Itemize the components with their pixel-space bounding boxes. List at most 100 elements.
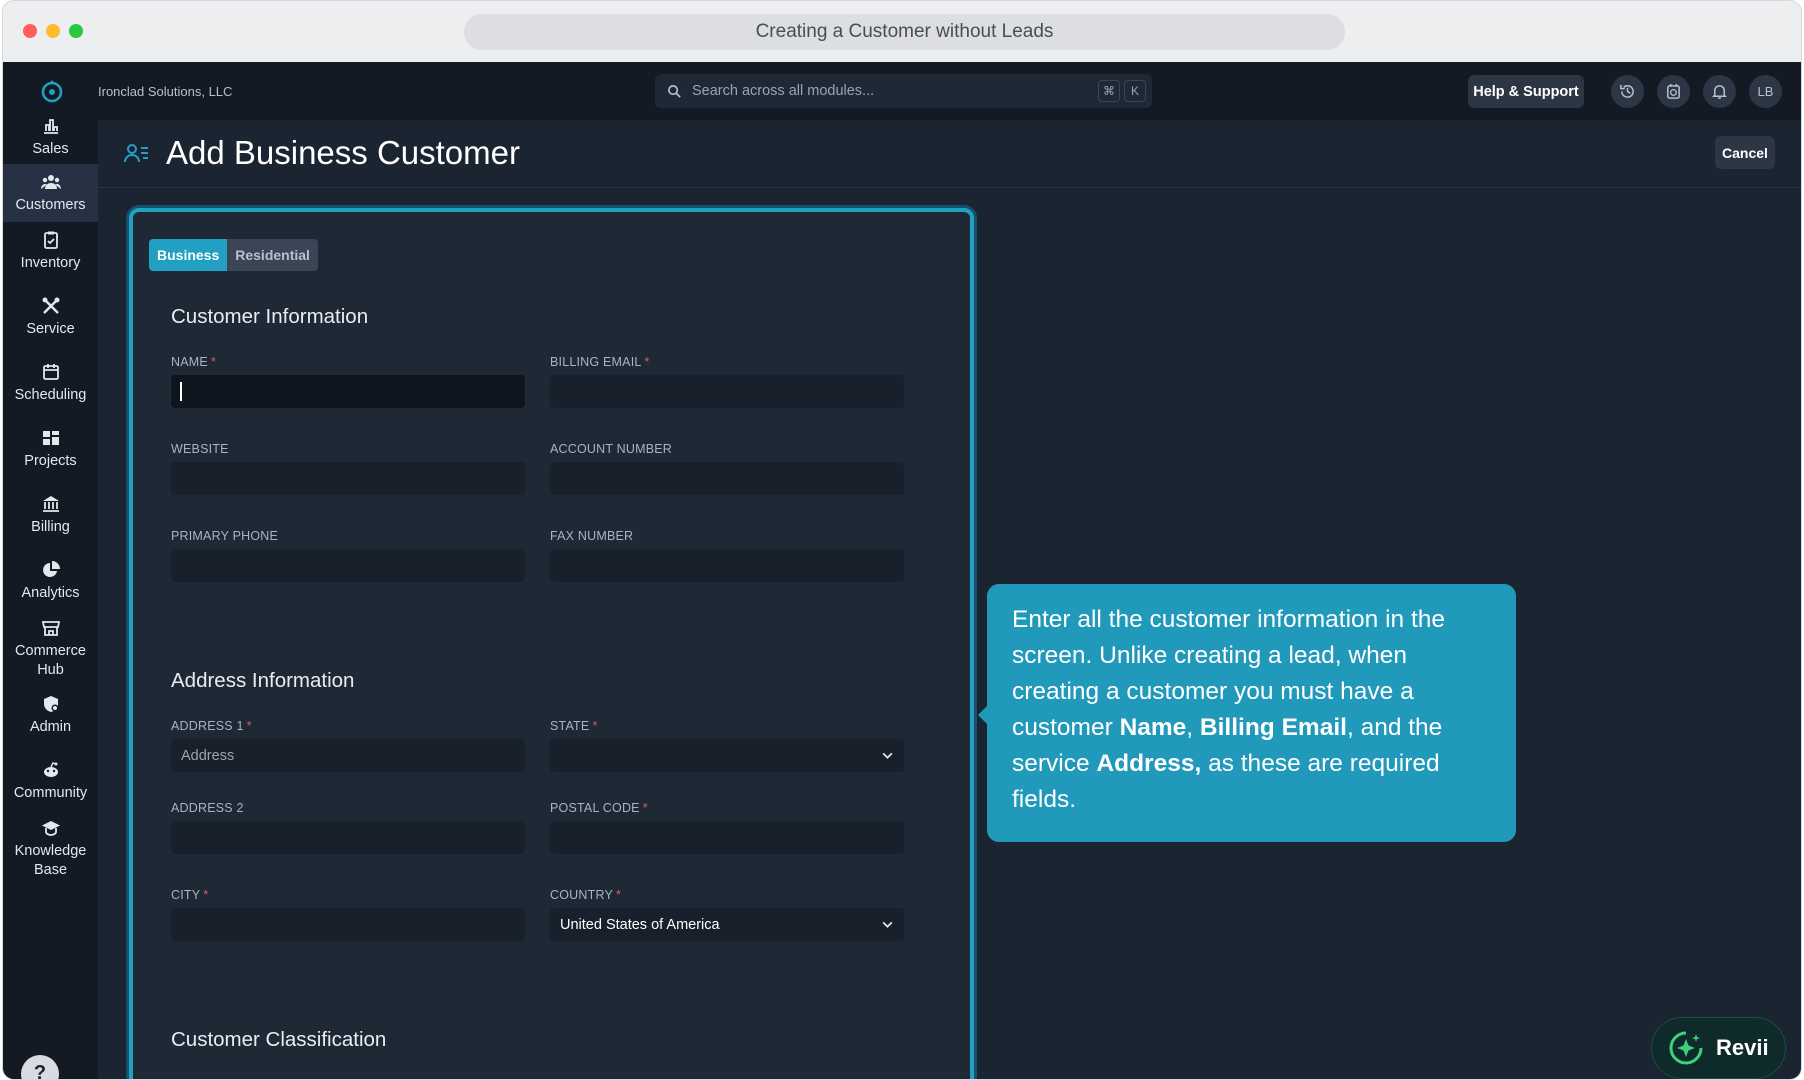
history-icon [1620, 84, 1634, 98]
postal-code-label: POSTAL CODE * [550, 801, 648, 815]
sidebar-item-label: Knowledge Base [14, 843, 87, 878]
timer-icon [1667, 83, 1680, 99]
admin-shield-icon [43, 696, 58, 712]
sidebar-item-scheduling[interactable]: Scheduling [3, 360, 98, 418]
postal-code-field[interactable] [550, 821, 904, 854]
kbd-k: K [1124, 80, 1146, 102]
help-support-button[interactable]: Help & Support [1468, 75, 1584, 108]
kbd-cmd: ⌘ [1098, 80, 1120, 102]
sidebar-item-billing[interactable]: Billing [3, 492, 98, 550]
sidebar: Sales Customers Inventory Service Schedu… [3, 62, 98, 1079]
community-icon [43, 762, 58, 777]
sidebar-item-label: Billing [31, 519, 70, 535]
account-number-field[interactable] [550, 462, 904, 495]
guide-tooltip: Enter all the customer information in th… [978, 584, 1516, 842]
timer-button[interactable] [1657, 75, 1690, 108]
address2-label: ADDRESS 2 [171, 801, 244, 815]
projects-icon [42, 431, 59, 445]
website-field[interactable] [171, 462, 525, 495]
sparkle-assistant-icon [1669, 1031, 1703, 1065]
minimize-window-button[interactable] [46, 24, 60, 38]
section-customer-classification: Customer Classification [171, 1028, 387, 1051]
maximize-window-button[interactable] [69, 24, 83, 38]
sidebar-item-analytics[interactable]: Analytics [3, 558, 98, 616]
address-bar[interactable]: Creating a Customer without Leads [464, 14, 1345, 50]
top-bar: Ironclad Solutions, LLC Search across al… [98, 62, 1801, 120]
sidebar-item-label: Sales [32, 141, 69, 157]
sidebar-item-admin[interactable]: Admin [3, 692, 98, 750]
sidebar-item-projects[interactable]: Projects [3, 426, 98, 484]
users-icon [40, 175, 61, 189]
browser-window: Creating a Customer without Leads Sales … [2, 0, 1802, 1080]
page-header: Add Business Customer Cancel [98, 120, 1801, 188]
bank-icon [42, 496, 59, 512]
sidebar-item-label: Customers [15, 197, 86, 213]
notifications-button[interactable] [1703, 75, 1736, 108]
bar-chart-icon [43, 119, 58, 134]
calendar-icon [42, 364, 59, 380]
primary-phone-field[interactable] [171, 549, 525, 582]
text-caret [180, 382, 182, 401]
app-shell: Sales Customers Inventory Service Schedu… [3, 62, 1801, 1079]
revii-label: Revii [1716, 1035, 1769, 1060]
title-bar: Creating a Customer without Leads [3, 1, 1801, 62]
name-field[interactable] [171, 375, 525, 408]
customer-type-toggle: Business Residential [149, 239, 318, 271]
address1-field[interactable]: Address [171, 739, 525, 772]
sidebar-item-label: Scheduling [14, 387, 87, 403]
bell-icon [1712, 85, 1727, 99]
history-button[interactable] [1611, 75, 1644, 108]
address1-label: ADDRESS 1 * [171, 719, 252, 733]
customer-form-card: Business Residential Customer Informatio… [129, 208, 974, 1079]
search-icon [668, 84, 681, 98]
global-search-input[interactable]: Search across all modules... ⌘ K [655, 74, 1152, 108]
sidebar-item-service[interactable]: Service [3, 294, 98, 352]
sidebar-item-label: Admin [29, 719, 72, 735]
sidebar-item-inventory[interactable]: Inventory [3, 228, 98, 286]
country-value: United States of America [560, 916, 720, 933]
sidebar-item-customers[interactable]: Customers [3, 164, 98, 222]
state-label: STATE * [550, 719, 598, 733]
billing-email-field[interactable] [550, 375, 904, 408]
sidebar-item-commerce-hub[interactable]: Commerce Hub [3, 616, 98, 686]
sidebar-item-knowledge-base[interactable]: Knowledge Base [3, 816, 98, 886]
company-name: Ironclad Solutions, LLC [98, 84, 233, 99]
sidebar-item-label: Community [13, 785, 88, 801]
sidebar-item-label: Analytics [21, 585, 80, 601]
address1-placeholder: Address [181, 747, 235, 764]
close-window-button[interactable] [23, 24, 37, 38]
country-label: COUNTRY * [550, 888, 622, 902]
state-select[interactable] [550, 739, 904, 772]
fax-number-field[interactable] [550, 549, 904, 582]
billing-email-label: BILLING EMAIL * [550, 355, 650, 369]
account-number-label: ACCOUNT NUMBER [550, 442, 673, 456]
section-address-information: Address Information [171, 669, 355, 692]
chevron-down-icon [882, 921, 893, 928]
search-placeholder: Search across all modules... [692, 83, 875, 99]
primary-phone-label: PRIMARY PHONE [171, 529, 279, 543]
address2-field[interactable] [171, 821, 525, 854]
sidebar-item-community[interactable]: Community [3, 758, 98, 816]
chevron-down-icon [882, 752, 893, 759]
sidebar-item-label: Service [26, 321, 75, 337]
app-logo-icon[interactable] [39, 78, 65, 104]
city-label: CITY * [171, 888, 209, 902]
customer-list-icon [124, 144, 148, 163]
avatar[interactable]: LB [1749, 75, 1782, 108]
country-select[interactable]: United States of America [550, 908, 904, 941]
pie-chart-icon [42, 561, 60, 577]
tab-business[interactable]: Business [149, 239, 228, 271]
section-customer-information: Customer Information [171, 305, 369, 328]
tab-residential[interactable]: Residential [227, 239, 318, 271]
sidebar-item-label: Inventory [20, 255, 81, 271]
graduation-cap-icon [41, 821, 60, 836]
revii-assistant-button[interactable]: Revii [1651, 1017, 1786, 1079]
store-icon [41, 621, 60, 636]
page-title: Add Business Customer [166, 134, 520, 171]
fax-number-label: FAX NUMBER [550, 529, 634, 543]
help-bubble-button[interactable]: ? [21, 1055, 59, 1079]
website-label: WEBSITE [171, 442, 229, 456]
cancel-button[interactable]: Cancel [1715, 136, 1775, 169]
city-field[interactable] [171, 908, 525, 941]
sidebar-item-label: Projects [24, 453, 77, 469]
